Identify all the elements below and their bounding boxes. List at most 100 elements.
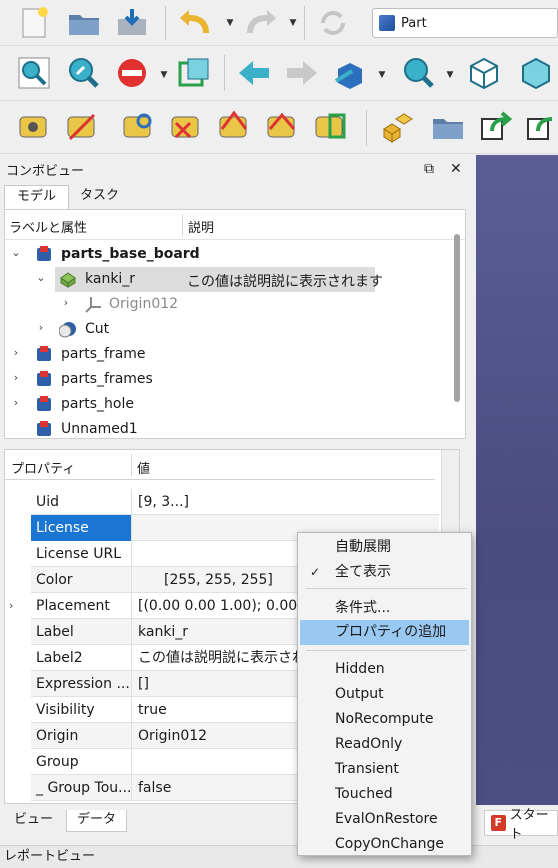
menu-item-auto-expand[interactable]: 自動展開: [300, 535, 469, 560]
menu-item-label: EvalOnRestore: [335, 811, 438, 827]
expand-chevron-icon[interactable]: ›: [9, 346, 23, 359]
tree-item-origin012[interactable]: › Origin012: [5, 292, 451, 317]
zoom-selection-icon[interactable]: [63, 53, 103, 93]
menu-item-expression[interactable]: 条件式...: [300, 596, 469, 621]
front-view-icon[interactable]: [516, 53, 556, 93]
menu-item-hidden[interactable]: Hidden: [300, 657, 469, 682]
combo-tabbar: モデル タスク: [0, 183, 476, 209]
tab-model[interactable]: モデル: [4, 185, 70, 209]
bounding-box-icon[interactable]: [174, 53, 214, 93]
collapse-chevron-icon[interactable]: ⌄: [9, 246, 23, 259]
draw-style-dropdown-icon[interactable]: ▼: [158, 69, 170, 81]
open-folder-icon[interactable]: [64, 3, 104, 43]
3d-viewport[interactable]: [476, 155, 558, 805]
measure-toggle-delta-icon[interactable]: [310, 107, 350, 147]
collapse-chevron-icon[interactable]: ⌄: [34, 271, 48, 284]
std-views-dropdown-icon[interactable]: ▼: [376, 69, 388, 81]
menu-item-norecompute[interactable]: NoRecompute: [300, 707, 469, 732]
start-page-tab[interactable]: F スタート: [484, 808, 558, 842]
property-name: _ Group Tou...: [36, 780, 131, 796]
tab-view[interactable]: ビュー: [4, 810, 63, 832]
save-icon[interactable]: [112, 3, 152, 43]
tree-item-unnamed1[interactable]: Unnamed1: [5, 417, 451, 442]
measure-refresh-icon[interactable]: [118, 107, 158, 147]
tree-item-label: Origin012: [109, 296, 179, 312]
property-value[interactable]: [9, 3...]: [131, 489, 439, 515]
property-view-tabs: ビュー データ: [4, 810, 174, 832]
combo-view-title: コンボビュー: [6, 163, 85, 179]
tree-scrollbar[interactable]: [454, 234, 460, 402]
part-icon: [37, 246, 51, 261]
redo-dropdown-icon[interactable]: ▼: [287, 17, 299, 29]
tab-task[interactable]: タスク: [68, 185, 131, 209]
nav-back-icon[interactable]: [234, 53, 274, 93]
expand-chevron-icon[interactable]: ›: [9, 371, 23, 384]
part-icon: [37, 396, 51, 411]
menu-item-label: Touched: [335, 786, 393, 802]
expand-chevron-icon[interactable]: ›: [9, 396, 23, 409]
menu-item-show-all[interactable]: ✓ 全て表示: [300, 560, 469, 585]
menu-item-label: 自動展開: [335, 539, 391, 555]
tree-item-parts-frame[interactable]: › parts_frame: [5, 342, 451, 367]
menu-item-output[interactable]: Output: [300, 682, 469, 707]
expand-chevron-icon[interactable]: ›: [34, 321, 48, 334]
menu-item-add-property[interactable]: プロパティの追加: [300, 620, 469, 645]
undo-dropdown-icon[interactable]: ▼: [224, 17, 236, 29]
property-name: Color: [36, 572, 73, 588]
expand-chevron-icon[interactable]: ›: [59, 296, 73, 309]
measure-linear-icon[interactable]: [14, 107, 54, 147]
menu-item-touched[interactable]: Touched: [300, 782, 469, 807]
menu-item-label: ReadOnly: [335, 736, 403, 752]
refresh-icon[interactable]: [313, 3, 353, 43]
draw-style-icon[interactable]: [112, 53, 152, 93]
std-views-icon[interactable]: [330, 53, 370, 93]
sync-view-icon[interactable]: [398, 53, 438, 93]
link-export-icon[interactable]: [476, 107, 516, 147]
new-file-icon[interactable]: [14, 3, 54, 43]
redo-icon[interactable]: [240, 3, 280, 43]
tree-header-description[interactable]: 説明: [188, 217, 214, 236]
measure-toggle-3d-icon[interactable]: [262, 107, 302, 147]
expand-chevron-icon[interactable]: ›: [9, 599, 13, 612]
tree-item-parts-frames[interactable]: › parts_frames: [5, 367, 451, 392]
measure-toggle-all-icon[interactable]: [214, 107, 254, 147]
tree-item-cut[interactable]: › Cut: [5, 317, 451, 342]
measure-clear-icon[interactable]: [166, 107, 206, 147]
menu-item-evalonrestore[interactable]: EvalOnRestore: [300, 807, 469, 832]
isometric-icon[interactable]: [464, 53, 504, 93]
toolbar-view: ▼ ▼ ▼: [0, 47, 558, 101]
tree-item-kanki-r[interactable]: ⌄ kanki_r この値は説明説に表示されます: [5, 267, 451, 292]
sync-view-dropdown-icon[interactable]: ▼: [444, 69, 456, 81]
nav-forward-icon[interactable]: [282, 53, 322, 93]
menu-item-readonly[interactable]: ReadOnly: [300, 732, 469, 757]
cut-icon: [59, 322, 76, 338]
menu-item-label: CopyOnChange: [335, 836, 445, 852]
menu-item-label: プロパティの追加: [335, 624, 447, 640]
tree-item-parts-hole[interactable]: › parts_hole: [5, 392, 451, 417]
tree-header: ラベルと属性 説明: [5, 210, 465, 240]
float-panel-icon[interactable]: ⧉: [424, 161, 434, 177]
workbench-selector[interactable]: Part: [372, 8, 558, 38]
tree-item-parts-base-board[interactable]: ⌄ parts_base_board: [5, 242, 451, 267]
tab-data[interactable]: データ: [66, 810, 128, 832]
menu-item-copyonchange[interactable]: CopyOnChange: [300, 832, 469, 857]
property-name: Origin: [36, 728, 79, 744]
property-header-value: 値: [137, 462, 151, 477]
part-box-icon[interactable]: [378, 107, 418, 147]
property-row-uid[interactable]: Uid [9, 3...]: [31, 489, 439, 515]
measure-angular-icon[interactable]: [62, 107, 102, 147]
toolbar-measure: [0, 102, 558, 154]
zoom-fit-icon[interactable]: [14, 53, 54, 93]
close-icon[interactable]: ✕: [450, 161, 462, 177]
part-workbench-icon: [379, 15, 395, 31]
menu-item-label: 全て表示: [335, 564, 391, 580]
group-folder-icon[interactable]: [428, 107, 468, 147]
report-view-titlebar: レポートビュー: [0, 845, 558, 868]
undo-icon[interactable]: [176, 3, 216, 43]
report-view-title: レポートビュー: [4, 849, 96, 864]
property-name: Placement: [36, 598, 110, 614]
menu-item-transient[interactable]: Transient: [300, 757, 469, 782]
part-icon: [37, 346, 51, 361]
link-export-2-icon[interactable]: [522, 107, 558, 147]
tree-header-label[interactable]: ラベルと属性: [9, 217, 87, 236]
